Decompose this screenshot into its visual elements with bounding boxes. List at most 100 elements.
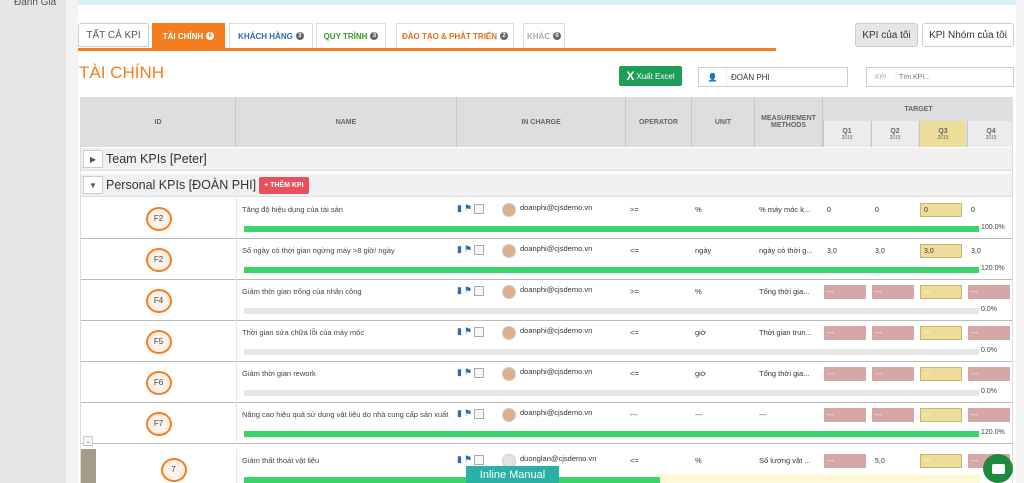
kpi-name[interactable]: Thời gian sửa chữa lỗi của máy móc <box>242 328 452 338</box>
comment-icon[interactable]: ▮ <box>457 203 462 214</box>
kpi-name[interactable]: Giảm thời gian trống của nhân công <box>242 287 452 297</box>
settings-icon[interactable] <box>474 285 485 296</box>
progress-fill <box>244 267 979 273</box>
target-q2[interactable]: 5,0 <box>872 454 914 468</box>
notice-bar <box>660 474 980 483</box>
group-kpi-button[interactable]: KPI Nhóm của tôi <box>922 23 1014 47</box>
target-q2[interactable]: --- <box>872 285 914 299</box>
export-excel-button[interactable]: X Xuất Excel <box>619 66 682 86</box>
header-name: NAME <box>236 97 457 147</box>
kpi-id-badge[interactable]: F7 <box>145 411 172 436</box>
target-q2[interactable]: --- <box>872 326 914 340</box>
kpi-id-badge[interactable]: F5 <box>145 329 172 354</box>
kpi-id-badge[interactable]: F2 <box>145 206 172 231</box>
tab-2[interactable]: KHÁCH HÀNG 3 <box>229 23 313 48</box>
operator-cell: >= <box>630 205 639 214</box>
target-q1[interactable]: --- <box>824 285 866 299</box>
chat-button[interactable] <box>983 454 1013 483</box>
table-row[interactable]: F7 Nâng cao hiệu quả sử dụng vật liệu do … <box>81 403 1012 444</box>
kpi-id-badge[interactable]: F6 <box>145 370 172 395</box>
target-q4[interactable]: --- <box>968 326 1010 340</box>
expand-row-icon[interactable]: ⌄ <box>83 436 93 446</box>
group-toggle-icon[interactable]: ▼ <box>83 176 103 194</box>
kpi-actions: ▮ ⚑ <box>457 408 485 419</box>
settings-icon[interactable] <box>474 454 485 465</box>
target-q2[interactable]: --- <box>872 408 914 422</box>
kpi-name[interactable]: Số ngày có thời gian ngừng máy >8 giờ/ n… <box>242 246 452 256</box>
target-q3[interactable]: --- <box>920 408 962 422</box>
col-divider <box>236 239 237 280</box>
add-kpi-button[interactable]: + THÊM KPI <box>259 176 309 194</box>
kpi-name[interactable]: Giảm thất thoát vật liệu <box>242 456 452 466</box>
target-q4[interactable]: --- <box>968 408 1010 422</box>
target-q2[interactable]: 3,0 <box>872 244 914 258</box>
flag-icon[interactable]: ⚑ <box>464 454 472 465</box>
kpi-group: ▼ Personal KPIs [ĐOÀN PHI] + THÊM KPI <box>81 174 1012 197</box>
flag-icon[interactable]: ⚑ <box>464 285 472 296</box>
comment-icon[interactable]: ▮ <box>457 367 462 378</box>
table-row[interactable]: F2 Tăng độ hiệu dụng của tài sản ▮ ⚑ doanphi… <box>81 198 1012 239</box>
target-q2[interactable]: --- <box>872 367 914 381</box>
tab-1[interactable]: TÀI CHÍNH 6 <box>152 23 225 48</box>
target-q1[interactable]: --- <box>824 326 866 340</box>
target-q1[interactable]: 3,0 <box>824 244 866 258</box>
inline-manual-button[interactable]: Inline Manual <box>466 466 559 483</box>
target-q4[interactable]: 3,0 <box>968 244 1010 258</box>
user-filter[interactable]: 👤 ĐOÀN PHI <box>698 67 848 87</box>
comment-icon[interactable]: ▮ <box>457 285 462 296</box>
user-icon: 👤 <box>699 68 727 86</box>
target-q3[interactable]: --- <box>920 367 962 381</box>
unit-cell: % <box>695 205 702 214</box>
my-kpi-button[interactable]: KPI của tôi <box>855 23 918 47</box>
target-q1[interactable]: --- <box>824 454 866 468</box>
comment-icon[interactable]: ▮ <box>457 454 462 465</box>
kpi-name[interactable]: Giảm thời gian rework <box>242 369 452 379</box>
settings-icon[interactable] <box>474 203 485 214</box>
comment-icon[interactable]: ▮ <box>457 408 462 419</box>
flag-icon[interactable]: ⚑ <box>464 408 472 419</box>
tab-4[interactable]: ĐÀO TẠO & PHÁT TRIỂN 2 <box>396 23 514 48</box>
flag-icon[interactable]: ⚑ <box>464 326 472 337</box>
quarter-label: Q2 <box>890 127 900 135</box>
target-q1[interactable]: --- <box>824 367 866 381</box>
tab-5[interactable]: KHÁC 0 <box>523 23 565 48</box>
target-q4[interactable]: 0 <box>968 203 1010 217</box>
group-toggle-icon[interactable]: ▶ <box>83 150 103 168</box>
kpi-name[interactable]: Tăng độ hiệu dụng của tài sản <box>242 205 452 215</box>
target-q3[interactable]: --- <box>920 454 962 468</box>
settings-icon[interactable] <box>474 408 485 419</box>
quarter-year: 2015 <box>841 134 853 141</box>
settings-icon[interactable] <box>474 326 485 337</box>
unit-cell: giờ <box>695 369 706 378</box>
kpi-id-badge[interactable]: F2 <box>145 247 172 272</box>
table-row[interactable]: F5 Thời gian sửa chữa lỗi của máy móc ▮ ⚑ do… <box>81 321 1012 362</box>
kpi-id-badge[interactable]: F4 <box>145 288 172 313</box>
target-q3[interactable]: 3,0 <box>920 244 962 258</box>
settings-icon[interactable] <box>474 367 485 378</box>
target-q3[interactable]: --- <box>920 285 962 299</box>
target-q1[interactable]: 0 <box>824 203 866 217</box>
target-q4[interactable]: --- <box>968 367 1010 381</box>
tab-0[interactable]: TẤT CẢ KPI <box>78 23 149 47</box>
table-row[interactable]: F4 Giảm thời gian trống của nhân công ▮ ⚑ do… <box>81 280 1012 321</box>
kpi-name[interactable]: Nâng cao hiệu quả sử dụng vật liệu do nh… <box>242 410 452 420</box>
target-q2[interactable]: 0 <box>872 203 914 217</box>
sidebar-item-danh-gia[interactable]: Đánh Giá <box>14 0 56 8</box>
target-q3[interactable]: --- <box>920 326 962 340</box>
settings-icon[interactable] <box>474 244 485 255</box>
kpi-search-input[interactable] <box>895 73 1005 81</box>
tab-3[interactable]: QUY TRÌNH 3 <box>316 23 386 48</box>
comment-icon[interactable]: ▮ <box>457 326 462 337</box>
kpi-search[interactable]: KPI <box>866 67 1014 87</box>
flag-icon[interactable]: ⚑ <box>464 367 472 378</box>
target-q3[interactable]: 0 <box>920 203 962 217</box>
kpi-id-badge[interactable]: 7 <box>160 457 187 482</box>
target-q1[interactable]: --- <box>824 408 866 422</box>
comment-icon[interactable]: ▮ <box>457 244 462 255</box>
table-row[interactable]: F6 Giảm thời gian rework ▮ ⚑ doanphi@cjsdemo… <box>81 362 1012 403</box>
flag-icon[interactable]: ⚑ <box>464 244 472 255</box>
table-row[interactable]: F2 Số ngày có thời gian ngừng máy >8 giờ/… <box>81 239 1012 280</box>
kpi-group: ▶ Team KPIs [Peter] <box>81 148 1012 171</box>
target-q4[interactable]: --- <box>968 285 1010 299</box>
flag-icon[interactable]: ⚑ <box>464 203 472 214</box>
